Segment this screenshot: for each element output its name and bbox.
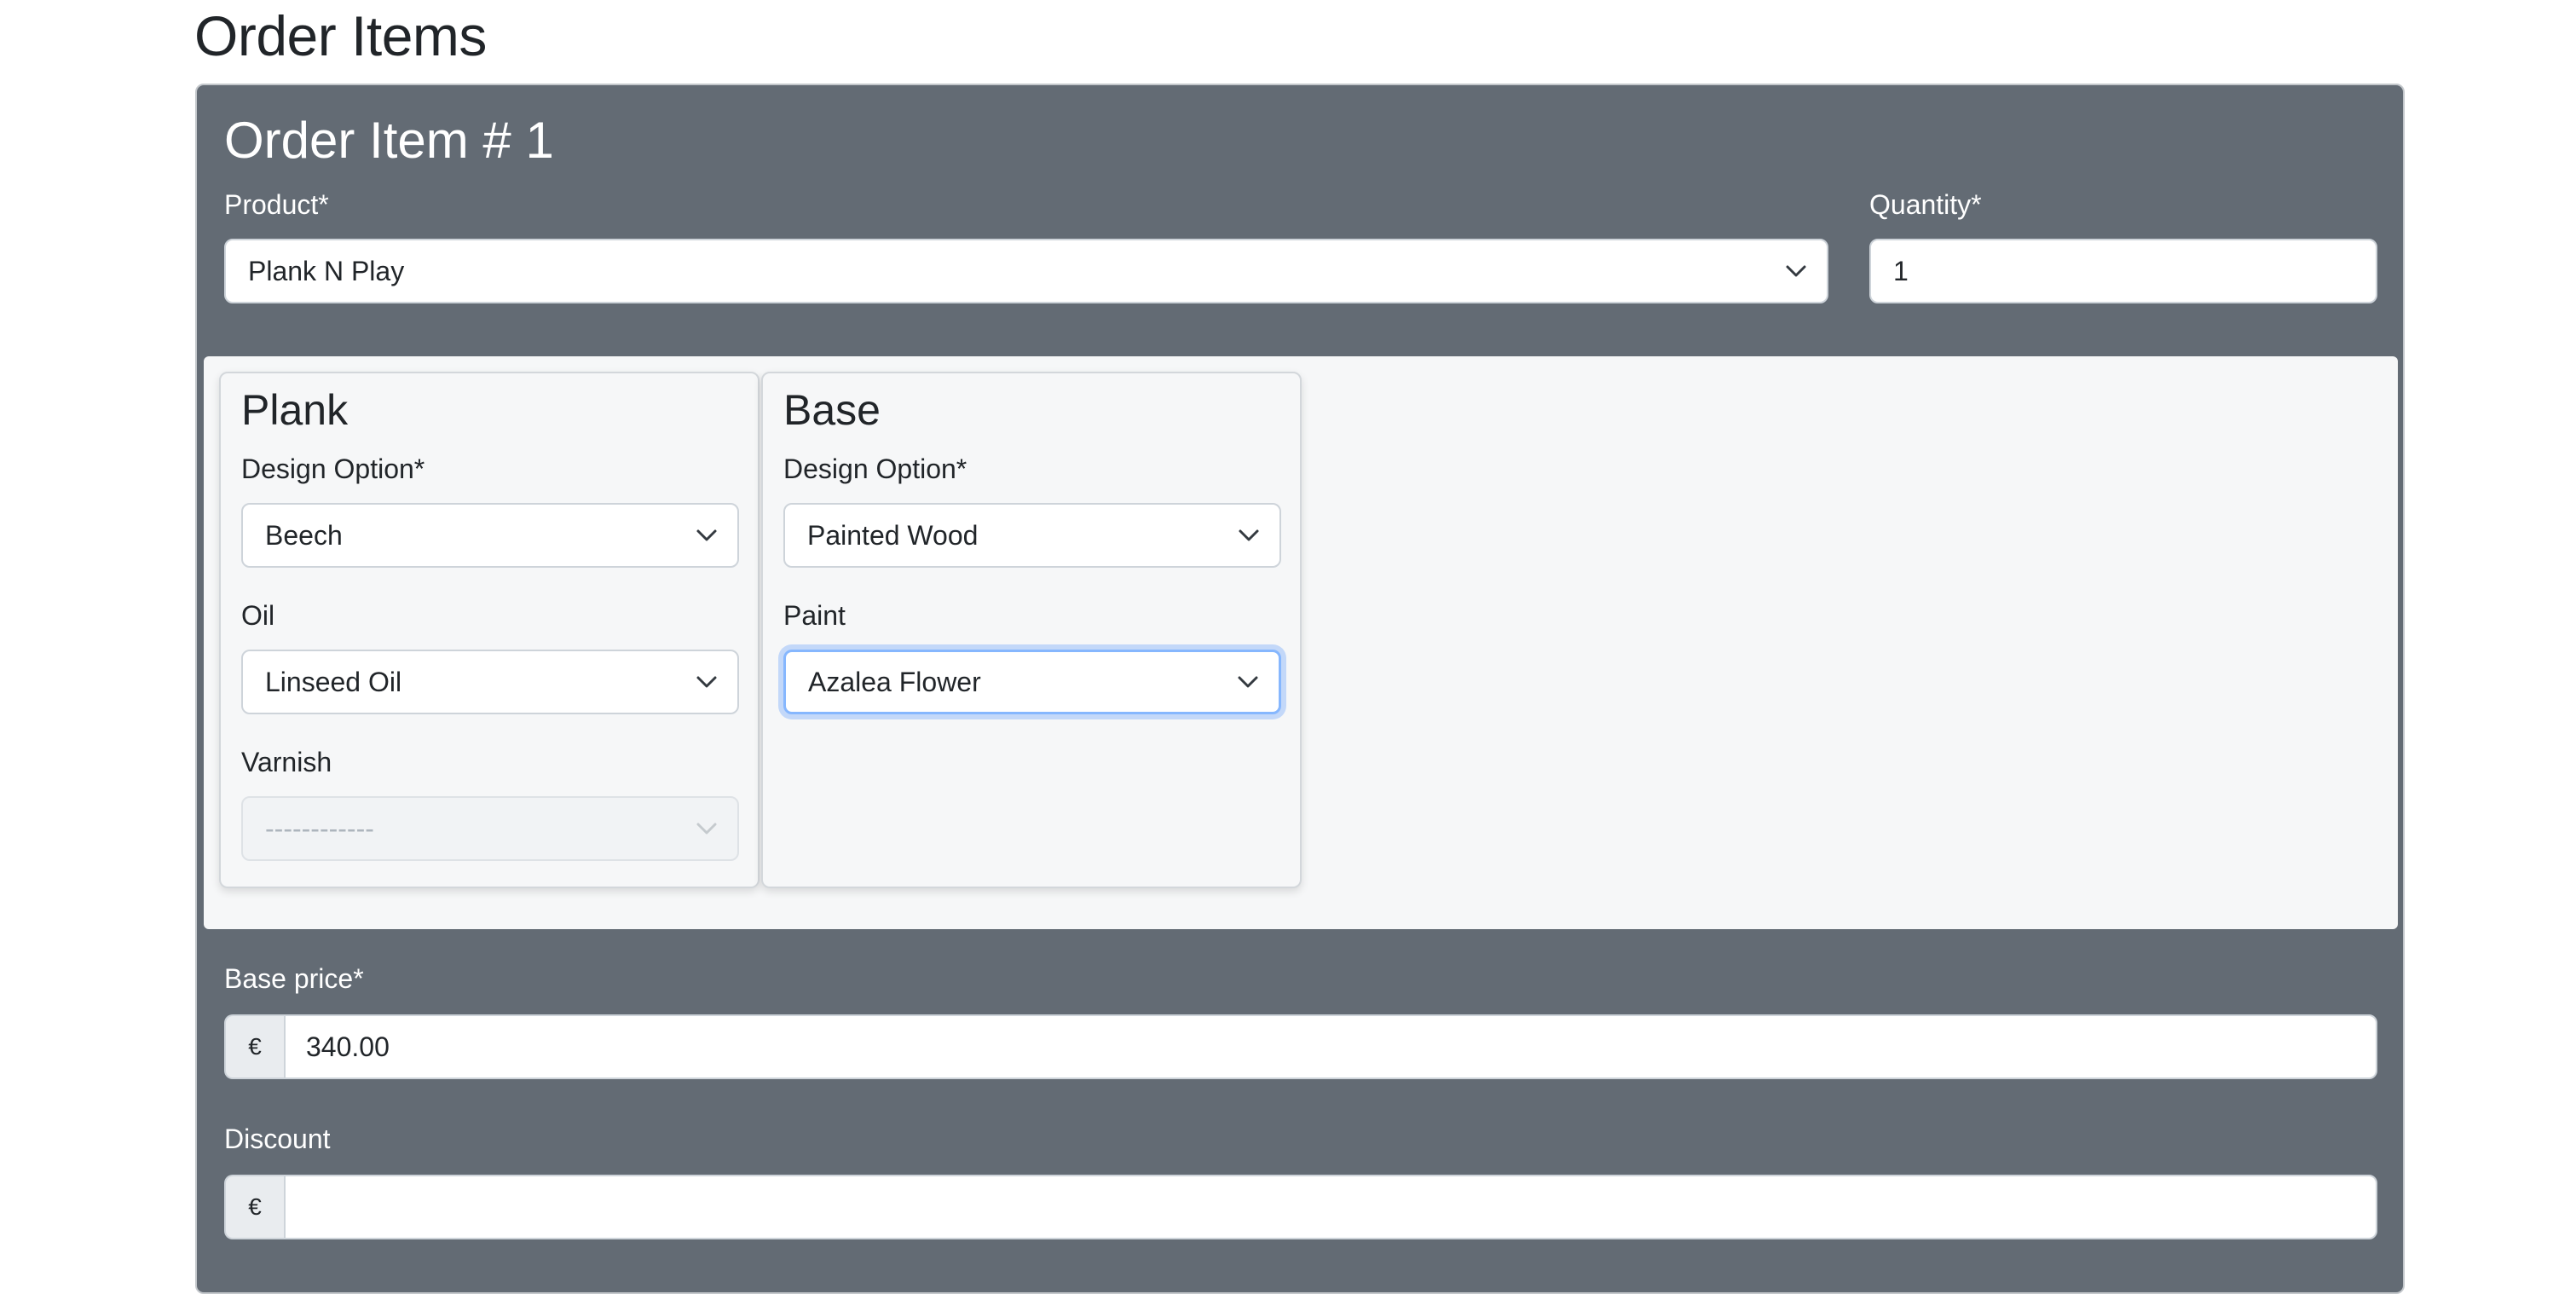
quantity-label: Quantity* bbox=[1869, 189, 1982, 220]
select-value: Linseed Oil bbox=[265, 666, 402, 697]
currency-addon: € bbox=[224, 1175, 284, 1239]
select-value: Azalea Flower bbox=[808, 666, 981, 697]
paint-label: Paint bbox=[783, 600, 846, 631]
plank-design-option-select[interactable]: Beech bbox=[241, 503, 739, 568]
chevron-down-icon bbox=[1218, 505, 1279, 566]
chevron-down-icon bbox=[1765, 240, 1827, 302]
base-price-label: Base price* bbox=[224, 963, 364, 994]
chevron-down-icon bbox=[1217, 652, 1279, 712]
base-price-input-group: € 340.00 bbox=[224, 1014, 2377, 1079]
component-card-plank: Plank Design Option* Beech Oil Linseed O… bbox=[219, 372, 760, 888]
chevron-down-icon bbox=[676, 798, 737, 859]
select-value: Beech bbox=[265, 519, 343, 551]
plank-varnish-select: ------------ bbox=[241, 796, 739, 861]
select-value: ------------ bbox=[265, 812, 374, 844]
base-price-input[interactable]: 340.00 bbox=[284, 1014, 2377, 1079]
base-paint-select[interactable]: Azalea Flower bbox=[783, 650, 1281, 714]
base-design-option-select[interactable]: Painted Wood bbox=[783, 503, 1281, 568]
product-label: Product* bbox=[224, 189, 329, 220]
design-option-label: Design Option* bbox=[783, 453, 967, 484]
component-title: Plank bbox=[241, 386, 349, 434]
discount-label: Discount bbox=[224, 1124, 331, 1154]
design-option-label: Design Option* bbox=[241, 453, 425, 484]
discount-input-group: € bbox=[224, 1175, 2377, 1239]
order-item-title: Order Item # 1 bbox=[224, 112, 554, 169]
base-price-value: 340.00 bbox=[306, 1031, 390, 1062]
chevron-down-icon bbox=[676, 505, 737, 566]
component-card-base: Base Design Option* Painted Wood Paint A… bbox=[761, 372, 1302, 888]
quantity-input[interactable]: 1 bbox=[1869, 239, 2377, 303]
quantity-input-value: 1 bbox=[1893, 255, 1909, 286]
chevron-down-icon bbox=[676, 651, 737, 713]
component-title: Base bbox=[783, 386, 881, 434]
product-select-value: Plank N Play bbox=[248, 255, 405, 286]
currency-addon: € bbox=[224, 1014, 284, 1079]
product-select[interactable]: Plank N Play bbox=[224, 239, 1828, 303]
varnish-label: Varnish bbox=[241, 747, 332, 777]
component-options-panel: Plank Design Option* Beech Oil Linseed O… bbox=[204, 356, 2398, 929]
oil-label: Oil bbox=[241, 600, 275, 631]
discount-input[interactable] bbox=[284, 1175, 2377, 1239]
page-title: Order Items bbox=[194, 4, 487, 67]
select-value: Painted Wood bbox=[807, 519, 979, 551]
plank-oil-select[interactable]: Linseed Oil bbox=[241, 650, 739, 714]
order-item-card: Order Item # 1 Product* Plank N Play Qua… bbox=[195, 84, 2405, 1294]
